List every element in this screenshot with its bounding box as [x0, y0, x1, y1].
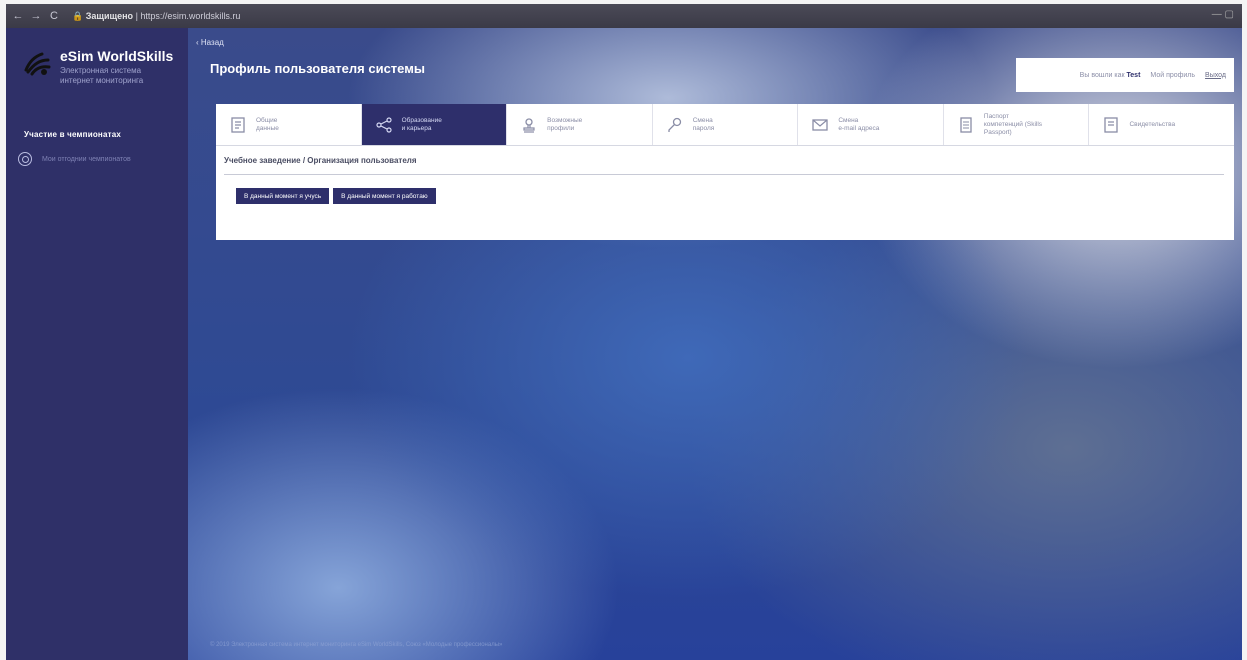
sidebar: eSim WorldSkills Электронная система инт…	[6, 28, 188, 660]
tab-change-password[interactable]: Смена пароля	[653, 104, 799, 145]
brand[interactable]: eSim WorldSkills Электронная система инт…	[22, 48, 173, 86]
tab-education-career[interactable]: Образование и карьера	[361, 104, 508, 145]
passport-icon	[958, 116, 974, 133]
panel-title: Учебное заведение / Организация пользова…	[224, 156, 417, 165]
back-arrow-icon[interactable]: ←	[12, 10, 24, 22]
main-content: ‹ Назад Профиль пользователя системы Вы …	[188, 28, 1242, 660]
back-link[interactable]: ‹ Назад	[196, 38, 224, 47]
address-bar[interactable]: 🔒 Защищено | https://esim.worldskills.ru	[72, 11, 240, 22]
logout-link[interactable]: Выход	[1205, 72, 1226, 79]
key-icon	[667, 117, 683, 133]
tab-label: Свидетельства	[1129, 120, 1176, 128]
brand-subtitle: Электронная система интернет мониторинга	[60, 66, 144, 85]
url-host: esim.worldskills.ru	[167, 10, 241, 21]
user-name: Test	[1126, 71, 1141, 79]
currently-working-button[interactable]: В данный момент я работаю	[333, 188, 436, 204]
current-user: Вы вошли как Test	[1080, 72, 1141, 79]
tab-label: Смена пароля	[692, 116, 715, 132]
window-controls[interactable]: — ▢	[1212, 9, 1234, 20]
user-box: Вы вошли как Test Мой профиль Выход	[1016, 58, 1234, 92]
share-icon	[375, 116, 392, 133]
page-title: Профиль пользователя системы	[210, 61, 425, 76]
mail-icon	[812, 117, 828, 133]
tab-certificates[interactable]: Свидетельства	[1089, 104, 1234, 145]
tab-skills-passport[interactable]: Паспорт компетенций (Skills Passport)	[944, 104, 1090, 145]
soccer-ball-icon	[18, 152, 32, 166]
reload-icon[interactable]: C	[48, 10, 60, 22]
tab-label: Образование и карьера	[401, 116, 442, 132]
profile-link[interactable]: Мой профиль	[1150, 72, 1195, 79]
stamp-icon	[521, 117, 537, 133]
tab-possible-profiles[interactable]: Возможные профили	[507, 104, 653, 145]
forward-arrow-icon[interactable]: →	[30, 10, 42, 22]
sidebar-item-label: Мои отгоднии чемпионатов	[42, 155, 131, 163]
worldskills-logo-icon	[22, 48, 52, 78]
currently-studying-button[interactable]: В данный момент я учусь	[236, 188, 330, 204]
divider	[224, 174, 1224, 175]
tab-label: Паспорт компетенций (Skills Passport)	[983, 112, 1043, 136]
profile-tabs: Общие данные Образование и карьера Возмо…	[216, 104, 1234, 146]
user-prefix: Вы вошли как	[1079, 71, 1125, 79]
footer-text: © 2019 Электронная система интернет мони…	[210, 642, 503, 648]
app-screen: ← → C 🔒 Защищено | https://esim.worldski…	[6, 4, 1242, 660]
education-panel: Учебное заведение / Организация пользова…	[216, 146, 1234, 240]
browser-toolbar: ← → C 🔒 Защищено | https://esim.worldski…	[6, 4, 1242, 28]
brand-title: eSim WorldSkills	[60, 48, 174, 64]
url-scheme: https://	[140, 10, 168, 21]
tab-label: Возможные профили	[547, 116, 583, 132]
sidebar-section-title: Участие в чемпионатах	[24, 130, 122, 139]
panel-buttons: В данный момент я учусь В данный момент …	[236, 188, 436, 204]
tab-label: Общие данные	[256, 116, 279, 132]
tab-label: Смена e-mail адреса	[838, 116, 880, 132]
lock-icon: 🔒	[72, 10, 84, 21]
tab-general-data[interactable]: Общие данные	[216, 104, 362, 145]
tab-change-email[interactable]: Смена e-mail адреса	[798, 104, 944, 145]
sidebar-item-championships[interactable]: Мои отгоднии чемпионатов	[18, 152, 131, 166]
document-icon	[230, 116, 246, 133]
certificate-icon	[1103, 116, 1119, 133]
secure-label: Защищено	[85, 10, 134, 21]
